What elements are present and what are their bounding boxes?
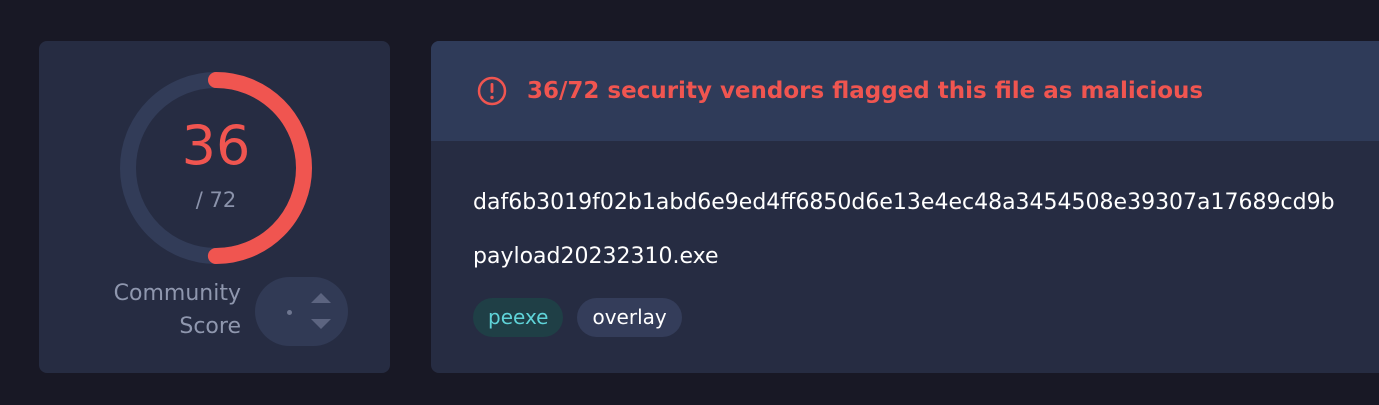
community-score-label: Community Score [69, 277, 241, 343]
upvote-arrow-icon[interactable] [311, 293, 331, 303]
vendor-total: / 72 [195, 188, 237, 212]
file-summary-card: 36/72 security vendors flagged this file… [431, 41, 1379, 373]
malicious-alert-banner: 36/72 security vendors flagged this file… [431, 41, 1379, 141]
community-label-line1: Community [113, 281, 241, 306]
tag-overlay[interactable]: overlay [577, 298, 682, 337]
detection-count: 36 [181, 114, 251, 177]
file-name[interactable]: payload20232310.exe [473, 241, 718, 273]
community-vote-control[interactable] [255, 277, 348, 346]
tag-peexe[interactable]: peexe [473, 298, 564, 337]
downvote-arrow-icon[interactable] [311, 319, 331, 329]
detection-gauge: 36 / 72 [116, 68, 316, 268]
community-label-line2: Score [179, 314, 241, 339]
community-score-dot-icon [287, 310, 292, 315]
alert-message: 36/72 security vendors flagged this file… [527, 78, 1204, 104]
detection-score-card: 36 / 72 Community Score [39, 41, 390, 373]
exclamation-circle-icon [477, 76, 507, 106]
file-tags: peexe overlay [473, 298, 682, 337]
file-hash[interactable]: daf6b3019f02b1abd6e9ed4ff6850d6e13e4ec48… [473, 187, 1335, 219]
